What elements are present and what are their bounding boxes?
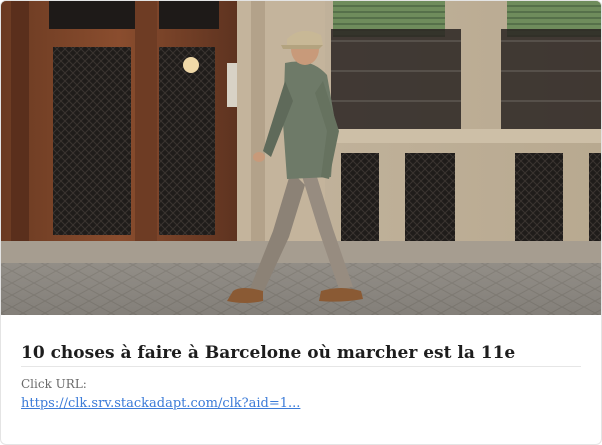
ad-title[interactable]: 10 choses à faire à Barcelone où marcher…: [21, 342, 581, 367]
street-scene-illustration: [1, 1, 601, 315]
click-url-link[interactable]: https://clk.srv.stackadapt.com/clk?aid=1…: [21, 395, 300, 413]
click-url-label: Click URL:: [21, 377, 87, 391]
ad-card[interactable]: 10 choses à faire à Barcelone où marcher…: [0, 0, 602, 445]
card-body: 10 choses à faire à Barcelone où marcher…: [21, 315, 581, 413]
hero-image[interactable]: [1, 1, 601, 315]
